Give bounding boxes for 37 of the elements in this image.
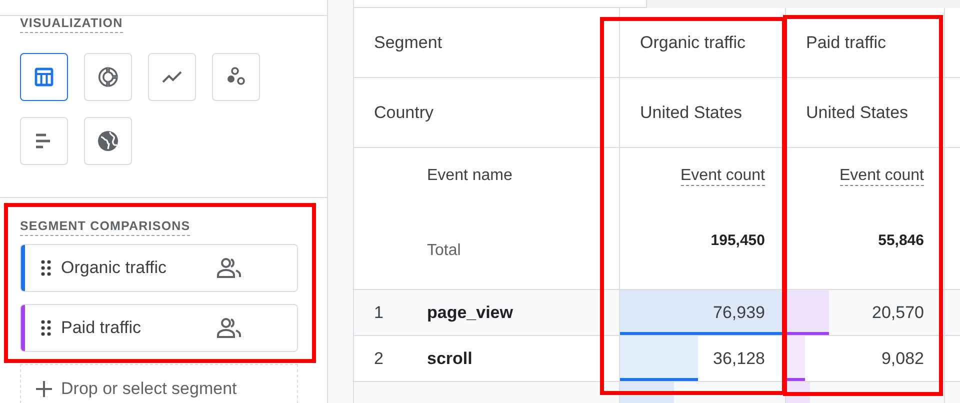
dimension-header: Event name xyxy=(427,167,512,185)
event-name: scroll xyxy=(427,348,472,368)
total-label: Total xyxy=(427,242,461,260)
drag-handle-icon[interactable] xyxy=(41,260,51,276)
drop-target-label: Drop or select segment xyxy=(61,379,237,399)
section-title: VISUALIZATION xyxy=(20,16,123,33)
people-icon xyxy=(216,257,242,279)
segment-header: Paid traffic xyxy=(806,32,886,52)
section-title: SEGMENT COMPARISONS xyxy=(20,219,190,236)
segment-card[interactable]: Organic traffic xyxy=(20,244,298,292)
total-value: 55,846 xyxy=(878,232,924,249)
total-value: 195,450 xyxy=(710,232,765,249)
metric-header[interactable]: Event count xyxy=(680,167,765,186)
globe-icon xyxy=(96,129,120,153)
table-cell: 20,570 xyxy=(872,302,924,322)
visualization-button[interactable] xyxy=(20,53,68,101)
row-number: 2 xyxy=(374,348,384,368)
table-icon xyxy=(32,65,56,89)
metric-header[interactable]: Event count xyxy=(840,167,924,186)
segment-name: Organic traffic xyxy=(61,258,168,278)
plus-icon xyxy=(35,380,53,398)
row-header: Country xyxy=(374,102,434,122)
row-header: Segment xyxy=(374,32,442,52)
event-name: page_view xyxy=(427,302,513,322)
row-number: 1 xyxy=(374,302,384,322)
segment-name: Paid traffic xyxy=(61,318,142,338)
table-cell: 36,128 xyxy=(713,348,765,368)
table-cell: 9,082 xyxy=(881,348,924,368)
segment-card[interactable]: Paid traffic xyxy=(20,304,298,352)
donut-chart-icon xyxy=(96,65,120,89)
segment-header: Organic traffic xyxy=(640,32,746,52)
drag-handle-icon[interactable] xyxy=(41,320,51,336)
country-header: United States xyxy=(640,102,742,122)
drop-segment-target[interactable]: Drop or select segment xyxy=(20,364,298,403)
table-cell: 76,939 xyxy=(713,302,765,322)
country-header: United States xyxy=(806,102,908,122)
people-icon xyxy=(216,317,242,339)
